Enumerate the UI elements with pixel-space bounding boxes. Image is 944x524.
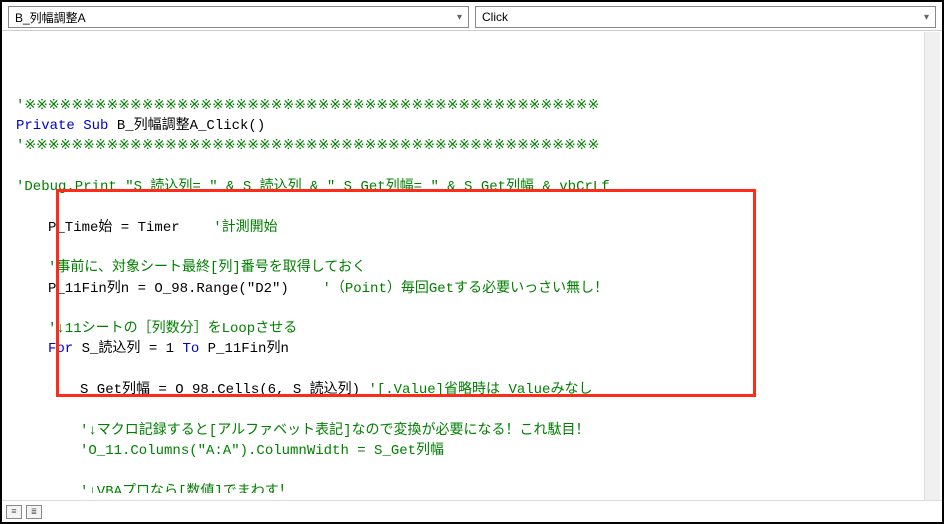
code-line [16, 400, 928, 420]
code-line: S_Get列幅 = O_98.Cells(6, S_読込列) '[.Value]… [16, 380, 928, 400]
code-token: B_列幅調整A_Click() [108, 118, 265, 134]
code-token: '↓VBAプロなら[数値]でまわす！ [80, 484, 293, 493]
code-token: S_読込列 = 1 [73, 341, 182, 357]
code-line: '※※※※※※※※※※※※※※※※※※※※※※※※※※※※※※※※※※※※※※※… [16, 96, 928, 116]
editor-window: B_列幅調整A ▾ Click ▾ '※※※※※※※※※※※※※※※※※※※※※… [0, 0, 944, 524]
code-token: '↓11シートの［列数分］をLoopさせる [48, 321, 297, 337]
object-dropdown-value: B_列幅調整A [15, 9, 86, 26]
code-line: P_11Fin列n = O_98.Range("D2") '（Point）毎回G… [16, 279, 928, 299]
vertical-scrollbar[interactable] [924, 32, 940, 500]
code-token [16, 362, 24, 378]
code-token: P_Time始 = Timer [48, 220, 213, 236]
toolbar: B_列幅調整A ▾ Click ▾ [2, 2, 942, 30]
view-mode-icon-2[interactable]: ≣ [26, 505, 42, 519]
code-token: '（Point）毎回Getする必要いっさい無し！ [322, 281, 608, 297]
code-token: '↓マクロ記録すると[アルファベット表記]なので変換が必要になる！これ駄目！ [80, 423, 589, 439]
code-line [16, 197, 928, 217]
code-line: '※※※※※※※※※※※※※※※※※※※※※※※※※※※※※※※※※※※※※※※… [16, 136, 928, 156]
code-line: '↓VBAプロなら[数値]でまわす！ [16, 482, 928, 493]
code-line: '↓11シートの［列数分］をLoopさせる [16, 319, 928, 339]
code-token: P_11Fin列n = O_98.Range("D2") [48, 281, 322, 297]
code-token: 'Debug.Print "S_読込列= " & S_読込列 & " S_Get… [16, 179, 610, 195]
code-token: To [182, 341, 199, 357]
code-token [16, 240, 24, 256]
code-line [16, 299, 928, 319]
code-editor[interactable]: '※※※※※※※※※※※※※※※※※※※※※※※※※※※※※※※※※※※※※※※… [2, 31, 942, 493]
code-token: 'O_11.Columns("A:A").ColumnWidth = S_Get… [80, 443, 444, 459]
code-line: 'O_11.Columns("A:A").ColumnWidth = S_Get… [16, 441, 928, 461]
code-token: '計測開始 [213, 220, 277, 236]
code-token: '※※※※※※※※※※※※※※※※※※※※※※※※※※※※※※※※※※※※※※※… [16, 138, 599, 154]
code-line: '↓マクロ記録すると[アルファベット表記]なので変換が必要になる！これ駄目！ [16, 421, 928, 441]
code-token: '事前に、対象シート最終[列]番号を取得しておく [48, 260, 366, 276]
code-line [16, 238, 928, 258]
code-token [16, 402, 24, 418]
code-token [16, 463, 24, 479]
code-token [16, 301, 24, 317]
code-token: '[.Value]省略時は Valueみなし [368, 382, 592, 398]
code-token [16, 199, 24, 215]
view-mode-icon-1[interactable]: ≡ [6, 505, 22, 519]
procedure-dropdown-value: Click [482, 10, 508, 24]
code-token: S_Get列幅 = O_98.Cells(6, S_読込列) [80, 382, 368, 398]
code-token: Private Sub [16, 118, 108, 134]
code-line: Private Sub B_列幅調整A_Click() [16, 116, 928, 136]
code-line: P_Time始 = Timer '計測開始 [16, 218, 928, 238]
code-token: For [48, 341, 73, 357]
code-line [16, 461, 928, 481]
code-line [16, 360, 928, 380]
code-token [16, 159, 24, 175]
code-line: '事前に、対象シート最終[列]番号を取得しておく [16, 258, 928, 278]
object-dropdown[interactable]: B_列幅調整A ▾ [8, 6, 469, 28]
chevron-down-icon: ▾ [457, 12, 462, 23]
procedure-dropdown[interactable]: Click ▾ [475, 6, 936, 28]
status-bar: ≡ ≣ [2, 500, 942, 522]
code-line: 'Debug.Print "S_読込列= " & S_読込列 & " S_Get… [16, 177, 928, 197]
code-token: '※※※※※※※※※※※※※※※※※※※※※※※※※※※※※※※※※※※※※※※… [16, 98, 599, 114]
chevron-down-icon: ▾ [924, 12, 929, 23]
code-token: P_11Fin列n [199, 341, 289, 357]
code-line [16, 157, 928, 177]
code-line: For S_読込列 = 1 To P_11Fin列n [16, 339, 928, 359]
